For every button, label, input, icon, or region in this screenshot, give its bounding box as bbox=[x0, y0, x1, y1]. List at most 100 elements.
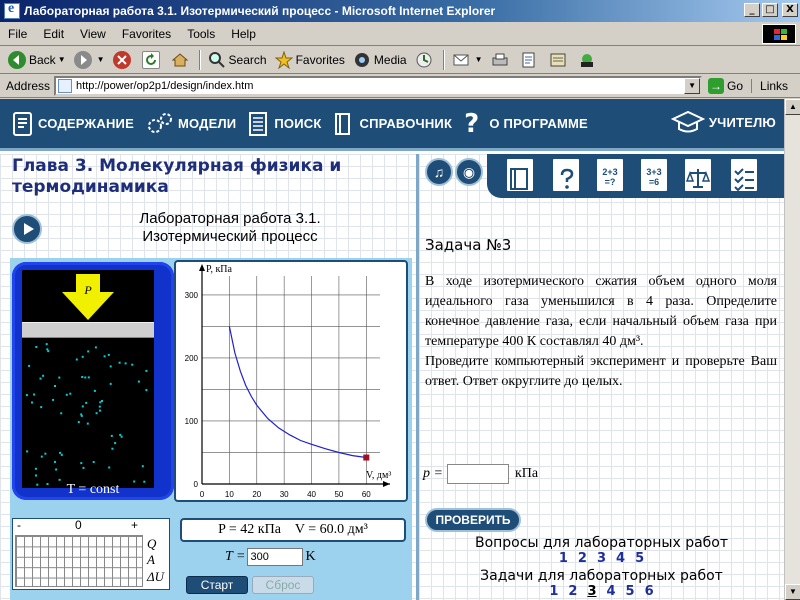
temperature-input[interactable] bbox=[247, 548, 304, 566]
task-link-5[interactable]: 5 bbox=[626, 584, 635, 599]
task-link-3[interactable]: 3 bbox=[587, 584, 596, 599]
links-button[interactable]: Links bbox=[751, 78, 788, 93]
gas-molecule bbox=[35, 346, 38, 348]
favorites-button[interactable]: Favorites bbox=[271, 49, 349, 71]
refresh-button[interactable] bbox=[138, 49, 167, 71]
messenger-button[interactable] bbox=[574, 49, 603, 71]
question-link-3[interactable]: 3 bbox=[597, 551, 606, 566]
pv-chart: 0 10 20 30 40 50 60 0 100 200 300 P, кПа V, дм³ bbox=[185, 264, 391, 499]
address-dropdown-icon[interactable]: ▼ bbox=[684, 77, 701, 94]
refresh-icon bbox=[141, 50, 160, 69]
gears-icon bbox=[146, 111, 174, 137]
menu-edit[interactable]: Edit bbox=[35, 27, 72, 41]
stop-button[interactable] bbox=[109, 49, 138, 71]
maximize-button[interactable]: □ bbox=[762, 3, 778, 17]
menu-favorites[interactable]: Favorites bbox=[114, 27, 179, 41]
menu-file[interactable]: File bbox=[0, 27, 35, 41]
gas-molecule bbox=[34, 467, 37, 470]
gas-molecule bbox=[119, 433, 122, 436]
play-button[interactable] bbox=[12, 214, 42, 244]
task-link-4[interactable]: 4 bbox=[607, 584, 616, 599]
music-icon[interactable]: ♫ bbox=[425, 158, 453, 186]
close-button[interactable]: X bbox=[782, 3, 798, 17]
chevron-down-icon[interactable]: ▼ bbox=[475, 55, 483, 64]
sound-toggle-icon[interactable]: ◉ bbox=[455, 158, 483, 186]
nav-teacher[interactable]: УЧИТЕЛЮ bbox=[670, 109, 776, 135]
history-button[interactable] bbox=[411, 49, 440, 71]
gas-molecule bbox=[58, 376, 61, 379]
task-link-6[interactable]: 6 bbox=[645, 584, 654, 599]
gas-molecule bbox=[81, 355, 84, 358]
printer-icon bbox=[491, 51, 509, 69]
forward-button[interactable]: ▼ bbox=[70, 49, 109, 71]
media-button[interactable]: Media bbox=[349, 49, 411, 71]
discuss-button[interactable] bbox=[545, 49, 574, 71]
temperature-row: T = K bbox=[225, 548, 316, 566]
menu-view[interactable]: View bbox=[72, 27, 114, 41]
minimize-button[interactable]: _ bbox=[744, 3, 760, 17]
site-navbar: СОДЕРЖАНИЕ МОДЕЛИ ПОИСК СПРАВОЧНИК ? О П… bbox=[0, 99, 784, 151]
chevron-down-icon[interactable]: ▼ bbox=[97, 55, 105, 64]
textbook-icon[interactable] bbox=[505, 157, 535, 193]
task-link-1[interactable]: 1 bbox=[549, 584, 558, 599]
task-link-2[interactable]: 2 bbox=[568, 584, 577, 599]
gas-molecule bbox=[92, 461, 95, 463]
media-icon bbox=[353, 51, 371, 69]
x-tick-label: 60 bbox=[362, 490, 371, 499]
scroll-down-icon[interactable]: ▼ bbox=[785, 584, 800, 600]
question-link-1[interactable]: 1 bbox=[559, 551, 568, 566]
t-const-label: T = const bbox=[66, 482, 120, 497]
vertical-scrollbar[interactable]: ▲ ▼ bbox=[784, 99, 800, 600]
gas-molecule bbox=[107, 353, 110, 356]
piston[interactable] bbox=[22, 322, 154, 338]
nav-contents[interactable]: СОДЕРЖАНИЕ bbox=[12, 111, 134, 137]
edit-button[interactable] bbox=[516, 49, 545, 71]
back-button[interactable]: Back ▼ bbox=[4, 49, 70, 71]
windows-logo-icon bbox=[762, 24, 796, 44]
x-tick-label: 20 bbox=[252, 490, 261, 499]
question-link-2[interactable]: 2 bbox=[578, 551, 587, 566]
piston-label: P bbox=[83, 283, 92, 297]
nav-models[interactable]: МОДЕЛИ bbox=[146, 111, 236, 137]
gas-molecule bbox=[111, 447, 114, 450]
question-link-4[interactable]: 4 bbox=[616, 551, 625, 566]
question-link-5[interactable]: 5 bbox=[635, 551, 644, 566]
left-pane: Глава 3. Молекулярная физика и термодина… bbox=[0, 154, 416, 600]
start-button[interactable]: Старт bbox=[186, 576, 248, 594]
equation-answer-icon[interactable]: 3+3 =6 bbox=[639, 157, 669, 193]
task-paragraph-2: Проведите компьютерный эксперимент и про… bbox=[425, 354, 777, 389]
address-input[interactable]: http://power/op2p1/design/index.htm ▼ bbox=[54, 75, 703, 96]
gas-molecule bbox=[114, 442, 117, 445]
menu-tools[interactable]: Tools bbox=[179, 27, 223, 41]
mail-button[interactable]: ▼ bbox=[448, 49, 487, 71]
gas-molecule bbox=[52, 398, 55, 401]
nav-about[interactable]: ? О ПРОГРАММЕ bbox=[464, 109, 588, 139]
nav-search[interactable]: ПОИСК bbox=[248, 111, 321, 137]
equation-icon[interactable]: 2+3 =? bbox=[595, 157, 625, 193]
menu-help[interactable]: Help bbox=[223, 27, 264, 41]
reset-button[interactable]: Сброс bbox=[252, 576, 314, 594]
go-button[interactable]: → Go bbox=[708, 77, 743, 94]
gas-cylinder: P bbox=[22, 270, 154, 488]
gas-molecule bbox=[137, 380, 140, 383]
print-button[interactable] bbox=[487, 49, 516, 71]
gas-molecule bbox=[141, 465, 144, 468]
checklist-icon[interactable] bbox=[729, 157, 759, 193]
gas-molecule bbox=[55, 468, 58, 471]
gas-molecule bbox=[59, 451, 62, 454]
answer-input[interactable] bbox=[446, 464, 509, 484]
heat-q-label: Q bbox=[147, 536, 157, 551]
check-button[interactable]: ПРОВЕРИТЬ bbox=[425, 508, 521, 532]
gas-molecule bbox=[60, 453, 63, 456]
search-button[interactable]: Search bbox=[204, 49, 271, 71]
scroll-up-icon[interactable]: ▲ bbox=[785, 99, 800, 115]
chevron-down-icon[interactable]: ▼ bbox=[58, 55, 66, 64]
gas-molecule bbox=[60, 412, 63, 415]
nav-contents-label: СОДЕРЖАНИЕ bbox=[38, 116, 134, 131]
home-button[interactable] bbox=[167, 49, 196, 71]
nav-reference[interactable]: СПРАВОЧНИК bbox=[333, 111, 452, 137]
gas-molecule bbox=[45, 343, 48, 346]
task-icon-strip: ♫ ◉ 2+3 =? 3+3 =6 bbox=[419, 154, 784, 198]
questions-icon[interactable] bbox=[551, 157, 581, 193]
scales-icon[interactable] bbox=[683, 157, 713, 193]
